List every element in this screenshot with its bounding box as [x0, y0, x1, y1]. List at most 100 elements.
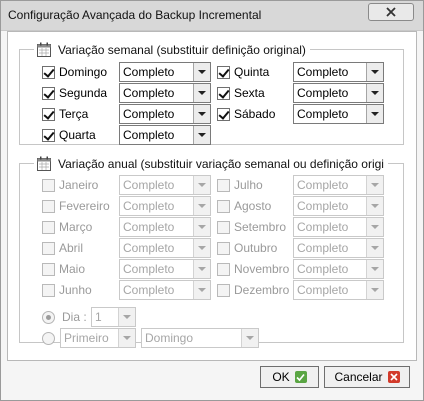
sexta-label: Sexta	[234, 86, 265, 100]
terca-label: Terça	[59, 107, 89, 121]
segunda-backup-type-select[interactable]: Completo	[119, 83, 211, 103]
janeiro-backup-type-select[interactable]: Completo	[119, 175, 211, 195]
chevron-down-icon	[193, 176, 210, 194]
novembro-backup-type-select[interactable]: Completo	[293, 259, 384, 279]
dezembro-checkbox[interactable]	[217, 283, 230, 297]
outubro-checkbox[interactable]	[217, 241, 230, 255]
novembro-checkbox[interactable]	[217, 262, 230, 276]
month-option-maio[interactable]: Maio	[42, 260, 85, 278]
month-option-setembro[interactable]: Setembro	[217, 218, 286, 236]
calendar-icon	[37, 156, 51, 171]
setembro-checkbox[interactable]	[217, 220, 230, 234]
segunda-checkbox[interactable]	[42, 86, 55, 100]
agosto-checkbox[interactable]	[217, 199, 230, 213]
month-option-novembro[interactable]: Novembro	[217, 260, 289, 278]
month-option-agosto[interactable]: Agosto	[217, 197, 271, 215]
day-of-month-radio[interactable]	[42, 310, 55, 324]
dezembro-backup-type-select[interactable]: Completo	[293, 280, 384, 300]
agosto-label: Agosto	[234, 199, 272, 213]
junho-backup-type-select[interactable]: Completo	[119, 280, 211, 300]
sexta-checkbox[interactable]	[217, 86, 230, 100]
outubro-backup-type-select[interactable]: Completo	[293, 238, 384, 258]
ok-button-label: OK	[272, 370, 290, 384]
janeiro-label: Janeiro	[59, 178, 99, 192]
maio-backup-type-select[interactable]: Completo	[119, 259, 211, 279]
chevron-down-icon	[193, 218, 210, 236]
ordinal-weekday-radio[interactable]	[42, 331, 55, 345]
month-option-fevereiro[interactable]: Fevereiro	[42, 197, 110, 215]
junho-checkbox[interactable]	[42, 283, 55, 297]
month-option-marco[interactable]: Março	[42, 218, 92, 236]
sabado-checkbox[interactable]	[217, 107, 230, 121]
close-button[interactable]	[368, 3, 414, 21]
maio-checkbox[interactable]	[42, 262, 55, 276]
annual-variation-legend: Variação anual (substituir variação sema…	[34, 155, 388, 173]
chevron-down-icon	[366, 84, 383, 102]
fevereiro-checkbox[interactable]	[42, 199, 55, 213]
terca-backup-type-select[interactable]: Completo	[119, 104, 211, 124]
marco-checkbox[interactable]	[42, 220, 55, 234]
abril-checkbox[interactable]	[42, 241, 55, 255]
sabado-label: Sábado	[234, 107, 276, 121]
dezembro-label: Dezembro	[234, 283, 290, 297]
day-option-sabado[interactable]: Sábado	[217, 105, 275, 123]
agosto-backup-type-select[interactable]: Completo	[293, 196, 384, 216]
domingo-checkbox[interactable]	[42, 65, 55, 79]
chevron-down-icon	[366, 218, 383, 236]
month-option-outubro[interactable]: Outubro	[217, 239, 277, 257]
chevron-down-icon	[241, 329, 258, 347]
julho-backup-type-select[interactable]: Completo	[293, 175, 384, 195]
fevereiro-backup-type-select[interactable]: Completo	[119, 196, 211, 216]
chevron-down-icon	[366, 260, 383, 278]
cancel-button[interactable]: Cancelar	[324, 366, 410, 388]
setembro-backup-type-select[interactable]: Completo	[293, 217, 384, 237]
chevron-down-icon	[366, 197, 383, 215]
weekly-variation-title: Variação semanal (substituir definição o…	[58, 43, 306, 57]
abril-backup-type-select[interactable]: Completo	[119, 238, 211, 258]
sabado-backup-type-select[interactable]: Completo	[293, 104, 384, 124]
day-of-month-option[interactable]: Dia :	[42, 308, 87, 326]
weekly-variation-legend: Variação semanal (substituir definição o…	[34, 41, 310, 59]
quarta-checkbox[interactable]	[42, 128, 55, 142]
annual-variation-title: Variação anual (substituir variação sema…	[58, 157, 384, 171]
chevron-down-icon	[193, 105, 210, 123]
ok-button[interactable]: OK	[260, 366, 319, 388]
day-option-terca[interactable]: Terça	[42, 105, 88, 123]
quarta-backup-type-select[interactable]: Completo	[119, 125, 211, 145]
month-option-abril[interactable]: Abril	[42, 239, 83, 257]
dezembro-backup-type-value: Completo	[297, 283, 349, 297]
day-of-month-select[interactable]: 1	[91, 307, 136, 327]
janeiro-backup-type-value: Completo	[123, 178, 175, 192]
terca-checkbox[interactable]	[42, 107, 55, 121]
day-option-segunda[interactable]: Segunda	[42, 84, 107, 102]
domingo-backup-type-select[interactable]: Completo	[119, 62, 211, 82]
janeiro-checkbox[interactable]	[42, 178, 55, 192]
maio-label: Maio	[59, 262, 86, 276]
domingo-backup-type-value: Completo	[123, 65, 175, 79]
day-of-month-label: Dia :	[62, 310, 87, 324]
chevron-down-icon	[366, 281, 383, 299]
domingo-label: Domingo	[59, 65, 108, 79]
julho-checkbox[interactable]	[217, 178, 230, 192]
quinta-backup-type-select[interactable]: Completo	[293, 62, 384, 82]
sexta-backup-type-select[interactable]: Completo	[293, 83, 384, 103]
fevereiro-label: Fevereiro	[59, 199, 110, 213]
day-option-quinta[interactable]: Quinta	[217, 63, 269, 81]
day-option-domingo[interactable]: Domingo	[42, 63, 107, 81]
day-option-sexta[interactable]: Sexta	[217, 84, 265, 102]
chevron-down-icon	[193, 126, 210, 144]
day-option-quarta[interactable]: Quarta	[42, 126, 96, 144]
chevron-down-icon	[193, 281, 210, 299]
month-option-junho[interactable]: Junho	[42, 281, 92, 299]
month-option-julho[interactable]: Julho	[217, 176, 263, 194]
segunda-backup-type-value: Completo	[123, 86, 175, 100]
month-option-dezembro[interactable]: Dezembro	[217, 281, 289, 299]
marco-backup-type-select[interactable]: Completo	[119, 217, 211, 237]
novembro-label: Novembro	[234, 262, 290, 276]
setembro-backup-type-value: Completo	[297, 220, 349, 234]
quinta-checkbox[interactable]	[217, 65, 230, 79]
weekday-select[interactable]: Domingo	[141, 328, 259, 348]
month-option-janeiro[interactable]: Janeiro	[42, 176, 98, 194]
ordinal-weekday-option[interactable]	[42, 329, 55, 347]
ordinal-select[interactable]: Primeiro	[60, 328, 136, 348]
